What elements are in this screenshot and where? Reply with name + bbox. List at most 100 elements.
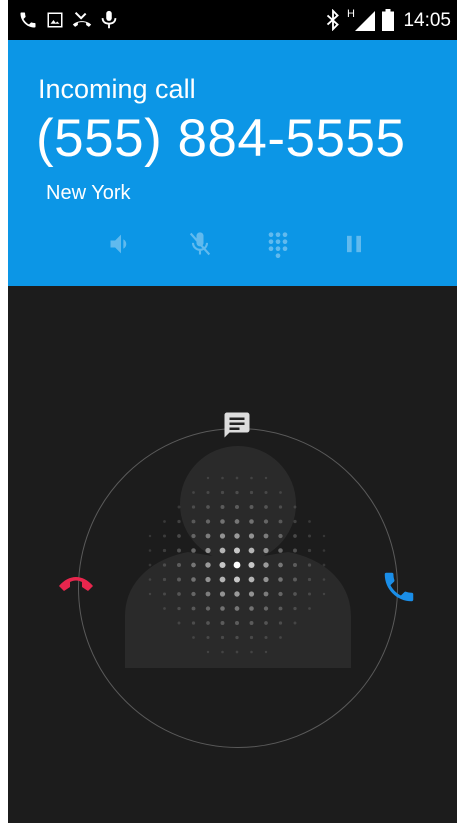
caller-location: New York bbox=[46, 182, 131, 204]
hold-icon bbox=[347, 235, 361, 253]
handle-dot bbox=[206, 650, 210, 654]
handle-dot bbox=[220, 505, 225, 509]
handle-dot bbox=[293, 505, 297, 509]
incoming-call-glowpad bbox=[8, 286, 457, 823]
handle-dot bbox=[191, 621, 196, 625]
handle-dot bbox=[148, 563, 152, 567]
handle-dot bbox=[191, 591, 196, 597]
handle-dot bbox=[148, 549, 152, 552]
handle-dot bbox=[293, 534, 297, 538]
handle-dot bbox=[278, 533, 283, 539]
handle-dot bbox=[249, 635, 254, 640]
handle-dot bbox=[177, 548, 181, 553]
handle-dot bbox=[221, 476, 224, 480]
handle-dot bbox=[293, 606, 297, 611]
handle-dot bbox=[264, 635, 268, 640]
handle-dot bbox=[322, 592, 326, 596]
network-type: H bbox=[347, 8, 355, 20]
handle-dot bbox=[264, 621, 268, 625]
handle-dot bbox=[279, 636, 282, 639]
handle-dot bbox=[293, 577, 297, 582]
handle-dot bbox=[235, 650, 239, 654]
handle-dot bbox=[219, 533, 226, 539]
handle-dot bbox=[206, 490, 210, 495]
speaker-button[interactable] bbox=[107, 230, 135, 258]
handle-dot bbox=[234, 591, 240, 597]
handle-dot bbox=[250, 476, 253, 480]
dialpad-button[interactable] bbox=[264, 230, 292, 258]
handle-dot bbox=[221, 650, 224, 654]
signal-icon bbox=[355, 11, 375, 31]
handle-dot bbox=[234, 533, 240, 539]
handle-dot bbox=[249, 490, 254, 495]
handle-dot bbox=[177, 534, 181, 538]
handle-dot bbox=[308, 520, 311, 523]
hold-button[interactable] bbox=[340, 230, 368, 258]
handle-dot bbox=[233, 561, 241, 569]
handle-dot bbox=[162, 534, 167, 538]
handle-dot bbox=[148, 534, 152, 538]
handle-dot bbox=[205, 606, 211, 611]
handle-dot bbox=[234, 606, 240, 611]
battery-icon bbox=[382, 9, 394, 31]
handle-dot bbox=[206, 621, 210, 625]
handle-dot bbox=[307, 563, 312, 567]
handle-dot bbox=[148, 578, 152, 581]
message-icon[interactable] bbox=[222, 410, 252, 440]
handle-dot bbox=[263, 606, 269, 611]
handle-dot bbox=[293, 621, 297, 625]
handle-dot bbox=[248, 576, 255, 583]
handle-dot bbox=[206, 505, 210, 509]
handle-dot bbox=[293, 519, 297, 524]
handle-dot bbox=[248, 591, 255, 597]
handle-dot bbox=[191, 577, 196, 582]
dialpad-icon bbox=[268, 232, 288, 258]
handle-dot bbox=[234, 519, 240, 524]
decline-call-icon[interactable] bbox=[56, 569, 96, 599]
handle-dot bbox=[220, 606, 225, 611]
handle-dot bbox=[307, 534, 312, 538]
handle-dot bbox=[278, 562, 283, 568]
bluetooth-icon bbox=[326, 9, 339, 31]
handle-dot bbox=[148, 592, 152, 596]
handle-dot bbox=[205, 576, 211, 583]
handle-dot bbox=[233, 547, 241, 554]
handle-dot bbox=[248, 561, 255, 569]
mute-button[interactable] bbox=[186, 230, 214, 258]
handle-dot bbox=[249, 606, 254, 611]
handle-dot bbox=[250, 650, 253, 654]
handle-dot bbox=[162, 577, 167, 582]
handle-dot bbox=[205, 562, 211, 568]
handle-dot bbox=[219, 561, 226, 569]
answer-call-icon[interactable] bbox=[380, 568, 418, 606]
handle-dot bbox=[278, 505, 283, 509]
glowpad-handle-dots[interactable] bbox=[137, 465, 337, 665]
handle-dot bbox=[177, 592, 181, 596]
handle-dot bbox=[163, 607, 166, 610]
handle-dot bbox=[278, 577, 283, 582]
handle-dot bbox=[191, 548, 196, 553]
handle-dot bbox=[322, 549, 326, 552]
handle-dot bbox=[307, 577, 312, 582]
handle-dot bbox=[191, 606, 196, 611]
handle-dot bbox=[278, 591, 283, 597]
handle-dot bbox=[322, 578, 326, 581]
handle-dot bbox=[162, 592, 167, 596]
handle-dot bbox=[307, 548, 312, 553]
phone-screen: H 14:05 Incoming call (555) 884-5555 New… bbox=[8, 0, 457, 823]
handle-dot bbox=[219, 547, 226, 554]
handle-dot bbox=[264, 490, 268, 495]
speaker-icon bbox=[110, 234, 127, 254]
mute-icon bbox=[189, 232, 211, 256]
handle-dot bbox=[191, 533, 196, 539]
handle-dot bbox=[322, 563, 326, 567]
handle-dot bbox=[177, 621, 181, 625]
handle-dot bbox=[162, 563, 167, 567]
handle-dot bbox=[191, 505, 196, 509]
handle-dot bbox=[263, 591, 269, 597]
handle-dot bbox=[220, 490, 225, 495]
handle-dot bbox=[220, 519, 225, 524]
handle-dot bbox=[234, 504, 240, 510]
handle-dot bbox=[263, 562, 269, 568]
handle-dot bbox=[307, 592, 312, 596]
